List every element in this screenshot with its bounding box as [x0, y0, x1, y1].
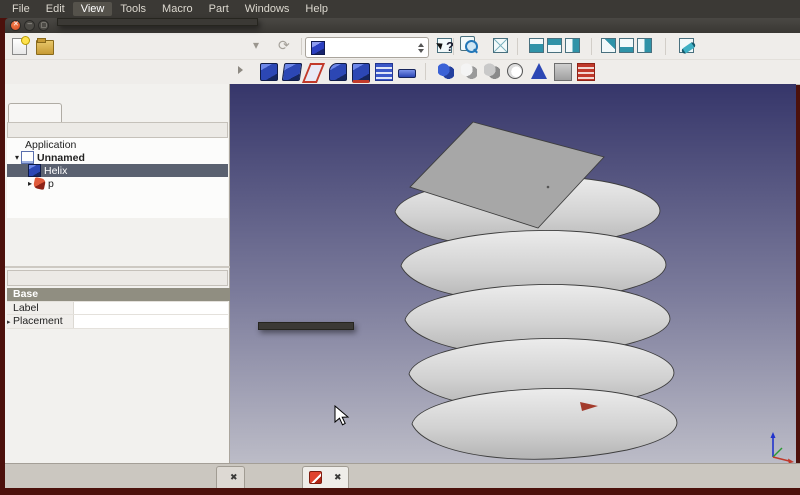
- simple-copy-icon[interactable]: [554, 63, 572, 81]
- model-tree: Application Unnamed Helix p: [7, 138, 228, 218]
- close-tab-icon[interactable]: [230, 472, 238, 483]
- right-view-icon[interactable]: [565, 38, 580, 53]
- property-name: Placement: [7, 315, 74, 328]
- mirror-icon[interactable]: [302, 63, 325, 83]
- menubar: FileEditViewToolsMacroPartWindowsHelp: [0, 0, 800, 18]
- freecad-doc-icon: [309, 471, 322, 484]
- toolbar-separator: [665, 38, 666, 55]
- toolbar-separator: [425, 63, 426, 80]
- dropdown-arrow-icon[interactable]: [250, 38, 267, 55]
- toolbar-area: [5, 33, 800, 85]
- toolbar-row-2: [5, 59, 800, 84]
- tree-item[interactable]: Helix: [7, 164, 228, 177]
- combo-spinner-icon[interactable]: [418, 43, 424, 53]
- property-name: Label: [7, 302, 74, 315]
- desktop-edge: [0, 18, 5, 495]
- offset-icon[interactable]: [398, 69, 416, 78]
- helix-model: [230, 84, 796, 463]
- menubar-item[interactable]: Macro: [154, 2, 201, 16]
- toolbar-separator: [453, 38, 454, 55]
- Label: Label: [7, 302, 228, 316]
- combo-view-dock: Application Unnamed Helix p Base L: [5, 84, 230, 463]
- toolbar-separator: [301, 38, 302, 55]
- maximize-window-button[interactable]: [38, 20, 49, 31]
- toolbar-separator: [517, 38, 518, 55]
- toolbar-separator: [591, 38, 592, 55]
- fillet-icon[interactable]: [329, 63, 347, 81]
- mouse-cursor-icon: [334, 405, 350, 426]
- view-menu: [57, 18, 258, 26]
- top-view-icon[interactable]: [547, 38, 562, 53]
- axonometric-view-icon[interactable]: [493, 38, 508, 53]
- menubar-item[interactable]: View: [73, 2, 113, 16]
- tree-item[interactable]: Unnamed: [7, 151, 228, 164]
- revolve-icon[interactable]: [352, 63, 370, 83]
- menubar-item[interactable]: Part: [201, 2, 237, 16]
- refresh-icon[interactable]: [277, 38, 294, 55]
- property-value[interactable]: [74, 315, 228, 328]
- sweep-icon[interactable]: [260, 63, 278, 81]
- property-value[interactable]: [74, 302, 228, 315]
- left-view-icon[interactable]: [637, 38, 652, 53]
- tree-header: [7, 122, 228, 138]
- section-icon[interactable]: [507, 63, 523, 79]
- desktop-edge: [0, 488, 800, 495]
- document-tab-bar: [5, 463, 800, 489]
- menubar-item[interactable]: Help: [297, 2, 336, 16]
- new-doc-icon[interactable]: [12, 38, 27, 55]
- check-geometry-icon[interactable]: [531, 63, 547, 79]
- close-tab-icon[interactable]: [334, 472, 342, 483]
- rear-view-icon[interactable]: [601, 38, 616, 53]
- menubar-item[interactable]: Edit: [38, 2, 73, 16]
- tree-item-label: Application: [25, 139, 76, 151]
- open-folder-icon[interactable]: [36, 40, 54, 55]
- Base: Base: [7, 288, 228, 302]
- minimize-window-button[interactable]: [24, 20, 35, 31]
- tab-unnamed-document[interactable]: [302, 466, 349, 488]
- workbench-selector[interactable]: [305, 37, 429, 58]
- union-icon[interactable]: [438, 63, 454, 79]
- freecad-window: FileEditViewToolsMacroPartWindowsHelp: [0, 0, 800, 495]
- helix-cube-icon: [28, 164, 41, 177]
- menubar-item[interactable]: Tools: [112, 2, 154, 16]
- tab-start-page[interactable]: [216, 466, 245, 488]
- tree-item-label: Helix: [44, 165, 67, 177]
- Placement: Placement: [7, 315, 228, 329]
- property-grid: Base Label Placement: [7, 288, 228, 329]
- whats-this-icon[interactable]: [437, 38, 452, 53]
- axis-cross-icon: [771, 432, 795, 463]
- extrude-icon[interactable]: [282, 63, 303, 81]
- menubar-item[interactable]: File: [4, 2, 38, 16]
- tree-item-label: Unnamed: [37, 152, 85, 164]
- tree-item-icon: [11, 139, 22, 150]
- dock-splitter[interactable]: [5, 266, 230, 268]
- loft-icon[interactable]: [375, 63, 393, 81]
- tree-item[interactable]: p: [7, 177, 228, 190]
- front-view-icon[interactable]: [529, 38, 544, 53]
- fit-all-icon[interactable]: [460, 36, 475, 51]
- bottom-view-icon[interactable]: [619, 38, 634, 53]
- common-icon[interactable]: [461, 63, 477, 79]
- property-column-header: [7, 270, 228, 286]
- views-submenu: [258, 322, 354, 330]
- toolbar-row-1: [5, 35, 800, 59]
- property-name: Base: [7, 288, 234, 301]
- document-icon: [21, 151, 34, 164]
- toolbar-extend-icon[interactable]: [238, 66, 243, 74]
- part-feature-icon: [33, 177, 46, 190]
- measure-distance-icon[interactable]: [679, 38, 694, 53]
- 3d-viewport[interactable]: [230, 84, 796, 463]
- cross-sections-icon[interactable]: [577, 63, 595, 81]
- part-workbench-icon: [311, 41, 325, 55]
- cut-icon[interactable]: [484, 63, 500, 79]
- tree-item[interactable]: Application: [7, 138, 228, 151]
- tab-project[interactable]: [8, 103, 62, 123]
- menubar-item[interactable]: Windows: [237, 2, 298, 16]
- close-window-button[interactable]: [10, 20, 21, 31]
- tree-item-label: p: [48, 178, 54, 190]
